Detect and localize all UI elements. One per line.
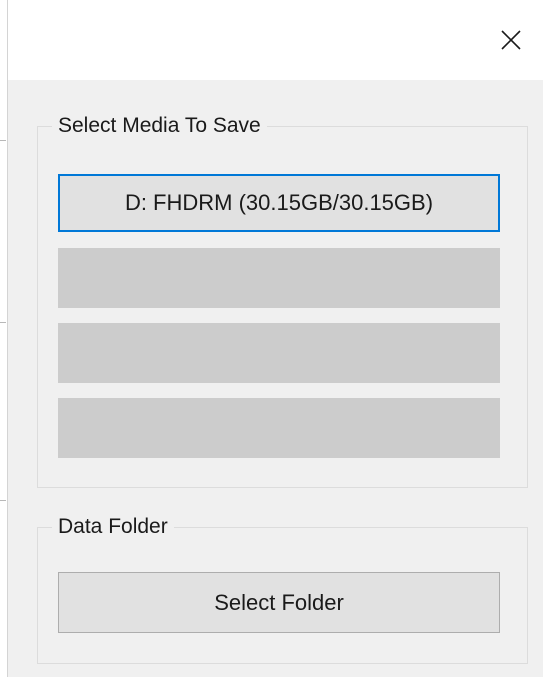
drive-button-1[interactable]: D: FHDRM (30.15GB/30.15GB)	[58, 174, 500, 232]
drive-button-label: D: FHDRM (30.15GB/30.15GB)	[124, 190, 434, 215]
drive-button-4[interactable]	[58, 398, 500, 458]
data-folder-legend: Data Folder	[52, 513, 174, 541]
select-folder-label: Select Folder	[214, 589, 344, 615]
drive-button-2[interactable]	[58, 248, 500, 308]
background-window-edge	[0, 0, 8, 677]
select-folder-button[interactable]: Select Folder	[58, 572, 500, 633]
title-bar	[8, 0, 543, 80]
close-icon	[501, 30, 521, 50]
edge-notch	[0, 140, 6, 141]
media-save-dialog: Select Media To Save D: FHDRM (30.15GB/3…	[0, 0, 543, 677]
select-media-group: Select Media To Save D: FHDRM (30.15GB/3…	[37, 112, 528, 488]
select-media-legend: Select Media To Save	[52, 112, 267, 140]
edge-notch	[0, 322, 6, 323]
data-folder-group: Data Folder Select Folder	[37, 513, 528, 664]
close-button[interactable]	[479, 0, 543, 80]
edge-notch	[0, 500, 6, 501]
drive-button-3[interactable]	[58, 323, 500, 383]
